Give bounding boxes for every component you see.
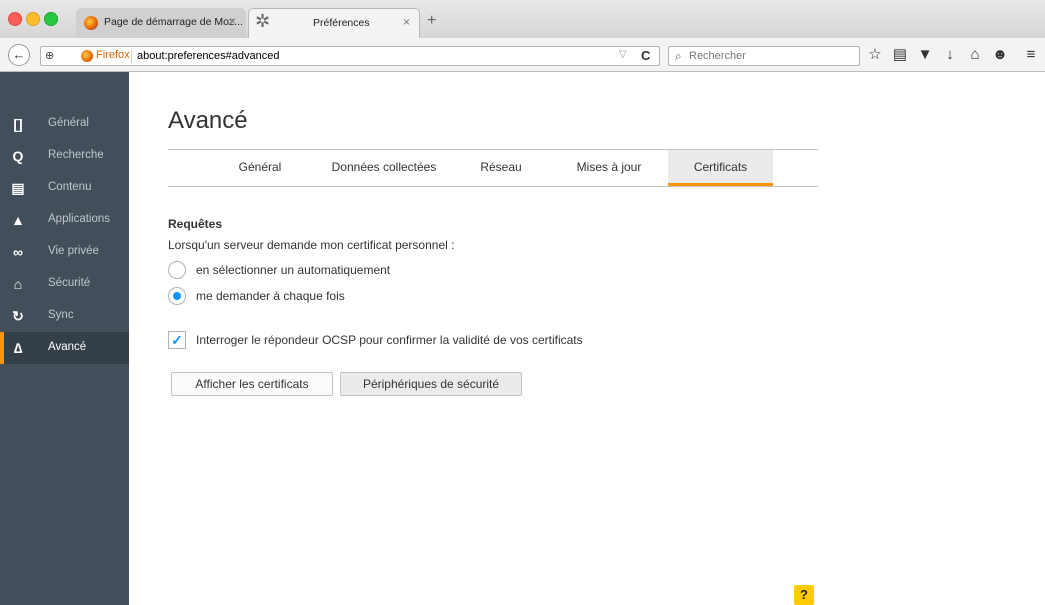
back-button[interactable]: ← (8, 44, 30, 66)
radio-select-automatically[interactable] (168, 261, 186, 279)
tab-updates[interactable]: Mises à jour (564, 150, 654, 186)
navigation-toolbar: ← ⊕ Firefox about:preferences#advanced ▽… (0, 38, 1045, 72)
page-title: Avancé (168, 107, 248, 134)
sidebar-item-label: Sync (48, 309, 74, 321)
sidebar-item-content[interactable]: ▤ Contenu (0, 172, 129, 204)
tab-strip: Page de démarrage de Moz... × ✲ Préféren… (0, 0, 1045, 38)
sidebar-item-security[interactable]: ⌂ Sécurité (0, 268, 129, 300)
sidebar-item-label: Contenu (48, 181, 92, 193)
downloads-icon[interactable]: ↓ (941, 47, 959, 63)
home-icon[interactable]: ⌂ (966, 47, 984, 63)
url-bar[interactable]: ⊕ Firefox about:preferences#advanced ▽ C (40, 46, 660, 66)
tab-network[interactable]: Réseau (466, 150, 536, 186)
firefox-logo-icon (84, 16, 98, 30)
sidebar-item-label: Applications (48, 213, 111, 225)
firefox-badge-icon (81, 50, 93, 62)
reload-icon[interactable]: C (641, 48, 650, 63)
general-icon: [] (13, 116, 23, 132)
search-input[interactable]: ⌕ Rechercher (668, 46, 860, 66)
site-identity-icon[interactable]: ⊕ (45, 49, 54, 62)
sidebar-item-applications[interactable]: ▲ Applications (0, 204, 129, 236)
sidebar-item-label: Sécurité (48, 277, 91, 289)
tab-title: Page de démarrage de Moz... (104, 16, 243, 28)
view-certificates-button[interactable]: Afficher les certificats (171, 372, 333, 396)
identity-label: Firefox (96, 49, 130, 61)
requests-heading: Requêtes (168, 217, 223, 231)
search-placeholder: Rechercher (689, 50, 746, 62)
reading-list-icon[interactable]: ▤ (891, 47, 909, 63)
tab-certificates[interactable]: Certificats (668, 150, 773, 186)
window-minimize-button[interactable] (26, 12, 40, 26)
radio-ask-every-time[interactable] (168, 287, 186, 305)
window-close-button[interactable] (8, 12, 22, 26)
browser-tab-preferences[interactable]: ✲ Préférences × (248, 8, 420, 38)
advanced-tabs: Général Données collectées Réseau Mises … (168, 149, 818, 187)
sidebar-item-search[interactable]: Q Recherche (0, 140, 129, 172)
lock-icon: ⌂ (13, 276, 23, 292)
new-tab-button[interactable]: + (427, 13, 436, 29)
radio-label[interactable]: en sélectionner un automatiquement (196, 263, 390, 277)
tab-title: Préférences (313, 17, 370, 29)
security-devices-button[interactable]: Périphériques de sécurité (340, 372, 522, 396)
window-maximize-button[interactable] (44, 12, 58, 26)
sidebar-item-label: Recherche (48, 149, 104, 161)
sidebar-item-label: Vie privée (48, 245, 99, 257)
gear-icon: ✲ (255, 11, 271, 31)
search-icon: Q (12, 148, 24, 164)
hello-icon[interactable]: ☻ (991, 47, 1009, 63)
tab-close-icon[interactable]: × (229, 14, 236, 28)
tab-data-choices[interactable]: Données collectées (320, 150, 448, 186)
sidebar-item-general[interactable]: [] Général (0, 108, 129, 140)
sidebar-item-label: Avancé (48, 341, 87, 353)
help-button[interactable]: ? (794, 585, 814, 605)
ocsp-checkbox-label[interactable]: Interroger le répondeur OCSP pour confir… (196, 333, 583, 347)
sidebar-item-privacy[interactable]: ∞ Vie privée (0, 236, 129, 268)
tab-general[interactable]: Général (220, 150, 300, 186)
search-icon: ⌕ (675, 49, 682, 63)
sidebar-item-advanced[interactable]: ∆ Avancé (0, 332, 129, 364)
history-dropdown-icon[interactable]: ▽ (619, 49, 627, 60)
browser-tab-start-page[interactable]: Page de démarrage de Moz... × (76, 8, 246, 38)
rocket-icon: ▲ (11, 212, 25, 228)
wizard-hat-icon: ∆ (13, 340, 23, 356)
tab-close-icon[interactable]: × (403, 15, 410, 29)
pocket-icon[interactable]: ▼ (916, 47, 934, 63)
bookmark-star-icon[interactable]: ☆ (866, 47, 884, 63)
url-separator (131, 50, 132, 63)
content-icon: ▤ (11, 180, 25, 196)
url-text[interactable]: about:preferences#advanced (137, 50, 280, 62)
requests-description: Lorsqu'un serveur demande mon certificat… (168, 238, 455, 252)
mask-icon: ∞ (13, 244, 23, 260)
sidebar-item-label: Général (48, 117, 89, 129)
menu-icon[interactable]: ≡ (1022, 47, 1040, 63)
radio-label[interactable]: me demander à chaque fois (196, 289, 345, 303)
ocsp-checkbox[interactable]: ✓ (168, 331, 186, 349)
sync-icon: ↻ (12, 308, 24, 324)
preferences-sidebar: [] Général Q Recherche ▤ Contenu ▲ Appli… (0, 72, 129, 605)
sidebar-item-sync[interactable]: ↻ Sync (0, 300, 129, 332)
